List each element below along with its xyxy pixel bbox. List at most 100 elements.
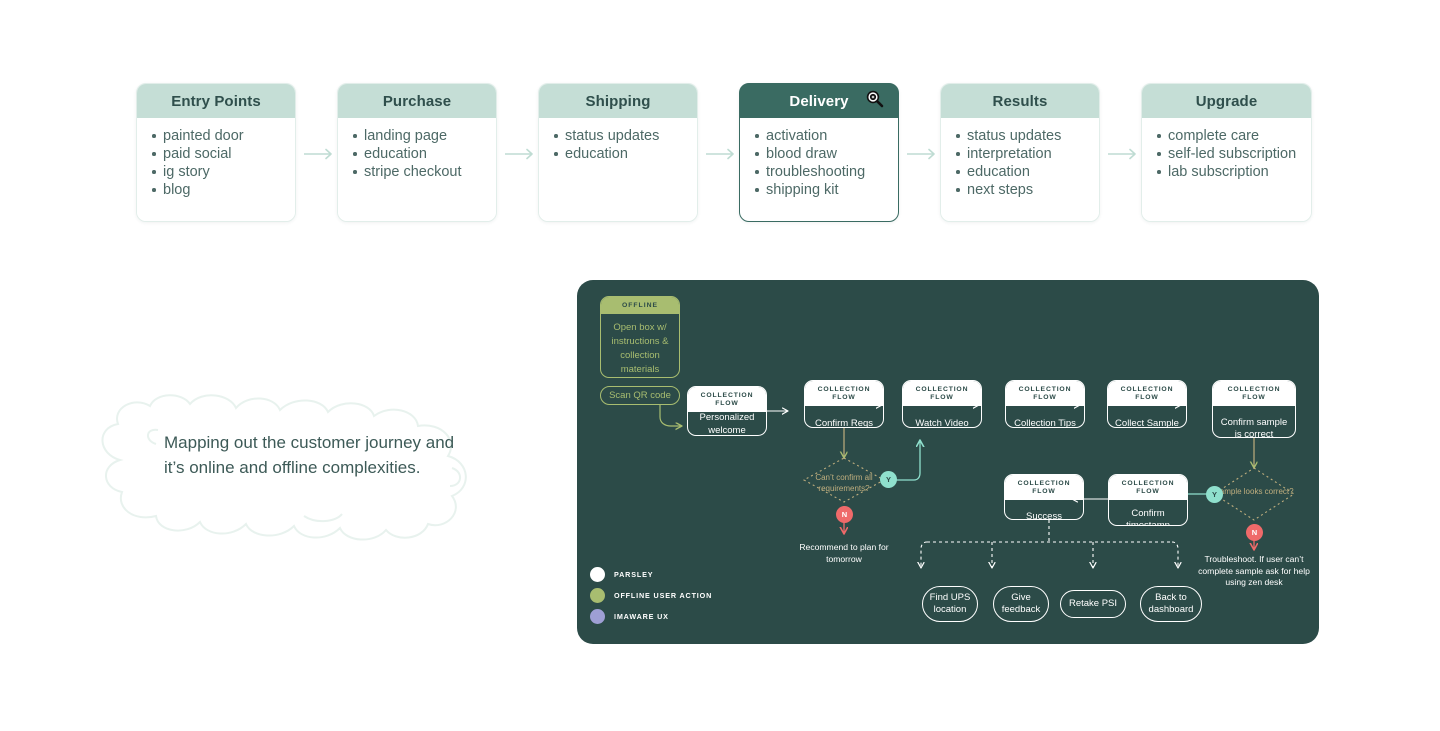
journey-card-delivery[interactable]: Delivery activation blood draw troublesh…	[739, 83, 899, 222]
cloud-note: Mapping out the customer journey and it’…	[60, 388, 520, 548]
flow-node-header: COLLECTION FLOW	[1109, 475, 1187, 500]
flow-node-header: COLLECTION FLOW	[903, 381, 981, 406]
flow-node-header: COLLECTION FLOW	[1005, 475, 1083, 500]
decision-badge-yes-1[interactable]: Y	[880, 471, 897, 488]
flow-node-watch-video[interactable]: COLLECTION FLOW Watch Video	[902, 380, 982, 428]
flow-node-label: Personalized welcome message	[699, 412, 755, 436]
list-item: lab subscription	[1157, 163, 1303, 181]
flow-node-personalized-welcome-message[interactable]: COLLECTION FLOW Personalized welcome mes…	[687, 386, 767, 436]
flow-node-label: Confirm Reqs	[814, 417, 874, 428]
decision-badge-no-1[interactable]: N	[836, 506, 853, 523]
flow-node-confirm-reqs[interactable]: COLLECTION FLOW Confirm Reqs	[804, 380, 884, 428]
list-item: landing page	[353, 127, 488, 145]
decision-label-sample-looks-correct: Sample looks correct?	[1214, 487, 1294, 496]
list-item: education	[956, 163, 1091, 181]
legend-label: OFFLINE USER ACTION	[614, 591, 713, 600]
list-item: education	[353, 145, 488, 163]
journey-card-shipping[interactable]: Shipping status updates education	[538, 83, 698, 222]
journey-card-title: Entry Points	[171, 92, 261, 110]
journey-arrow-4	[907, 148, 941, 160]
journey-arrow-5	[1108, 148, 1142, 160]
journey-arrow-2	[505, 148, 539, 160]
decision-badge-no-2[interactable]: N	[1246, 524, 1263, 541]
flow-node-confirm-timestamp[interactable]: COLLECTION FLOW Confirm timestamp	[1108, 474, 1188, 526]
zoom-in-cursor-icon	[864, 89, 886, 111]
flow-node-label: Collect Sample	[1115, 417, 1179, 428]
flow-node-collect-sample[interactable]: COLLECTION FLOW Collect Sample	[1107, 380, 1187, 428]
decision-label-cant-confirm-all-requirements: Can’t confirm all requirements?	[815, 473, 873, 493]
list-item: status updates	[554, 127, 689, 145]
journey-card-list: landing page education stripe checkout	[348, 127, 488, 181]
journey-card-entry-points[interactable]: Entry Points painted door paid social ig…	[136, 83, 296, 222]
journey-card-title: Delivery	[789, 92, 849, 110]
list-item: blog	[152, 181, 287, 199]
journey-card-list: painted door paid social ig story blog	[147, 127, 287, 199]
note-troubleshoot-zen-desk: Troubleshoot. If user can’t complete sam…	[1198, 554, 1310, 587]
journey-card-results[interactable]: Results status updates interpretation ed…	[940, 83, 1100, 222]
journey-card-body: status updates education	[539, 118, 697, 221]
list-item: shipping kit	[755, 181, 890, 199]
list-item: painted door	[152, 127, 287, 145]
list-item: ig story	[152, 163, 287, 181]
flow-node-header: COLLECTION FLOW	[1213, 381, 1295, 406]
journey-card-header: Upgrade	[1142, 84, 1311, 118]
journey-card-header: Purchase	[338, 84, 496, 118]
customer-journey-row: Entry Points painted door paid social ig…	[136, 83, 1312, 223]
list-item: status updates	[956, 127, 1091, 145]
legend-label: PARSLEY	[614, 570, 654, 579]
end-pill-retake-psi[interactable]: Retake PSI	[1060, 590, 1126, 618]
list-item: interpretation	[956, 145, 1091, 163]
end-pill-back-to-dashboard[interactable]: Back to dashboard	[1140, 586, 1202, 622]
journey-card-title: Results	[992, 92, 1048, 110]
flow-diagram-panel: OFFLINE Open box w/ instructions & colle…	[577, 280, 1319, 644]
flow-node-label: Confirm timestamp	[1126, 507, 1170, 526]
flow-node-label: Confirm sample is correct	[1220, 416, 1288, 438]
list-item: stripe checkout	[353, 163, 488, 181]
journey-card-header: Results	[941, 84, 1099, 118]
journey-card-list: complete care self-led subscription lab …	[1152, 127, 1303, 181]
list-item: education	[554, 145, 689, 163]
journey-card-body: landing page education stripe checkout	[338, 118, 496, 221]
legend-item-offline-user-action: OFFLINE USER ACTION	[590, 585, 790, 606]
list-item: troubleshooting	[755, 163, 890, 181]
flow-node-label: Collection Tips	[1014, 417, 1076, 428]
decision-badge-yes-2[interactable]: Y	[1206, 486, 1223, 503]
journey-card-upgrade[interactable]: Upgrade complete care self-led subscript…	[1141, 83, 1312, 222]
scan-qr-code-pill[interactable]: Scan QR code	[600, 386, 680, 405]
offline-action-card[interactable]: OFFLINE Open box w/ instructions & colle…	[600, 296, 680, 378]
flow-node-header: COLLECTION FLOW	[1108, 381, 1186, 406]
legend-label: IMAWARE UX	[614, 612, 669, 621]
legend-item-parsley: PARSLEY	[590, 564, 790, 585]
flow-node-confirm-sample-is-correct[interactable]: COLLECTION FLOW Confirm sample is correc…	[1212, 380, 1296, 438]
end-pill-give-feedback[interactable]: Give feedback	[993, 586, 1049, 622]
legend-dot-icon	[590, 567, 605, 582]
journey-card-title: Purchase	[382, 92, 452, 110]
journey-card-purchase[interactable]: Purchase landing page education stripe c…	[337, 83, 497, 222]
journey-arrow-3	[706, 148, 740, 160]
journey-card-list: activation blood draw troubleshooting sh…	[750, 127, 890, 199]
offline-card-body: Open box w/ instructions & collection ma…	[611, 322, 669, 375]
journey-card-list: status updates interpretation education …	[951, 127, 1091, 199]
list-item: paid social	[152, 145, 287, 163]
end-pill-find-ups-location[interactable]: Find UPS location	[922, 586, 978, 622]
journey-card-body: painted door paid social ig story blog	[137, 118, 295, 221]
flow-node-header: COLLECTION FLOW	[688, 387, 766, 412]
flow-node-label: Watch Video	[915, 417, 969, 428]
legend-item-imaware-ux: IMAWARE UX	[590, 606, 790, 627]
journey-card-title: Upgrade	[1195, 92, 1258, 110]
journey-card-title: Shipping	[585, 92, 651, 110]
journey-card-header: Delivery	[740, 84, 898, 118]
list-item: blood draw	[755, 145, 890, 163]
journey-card-list: status updates education	[549, 127, 689, 163]
offline-card-header: OFFLINE	[601, 297, 679, 314]
journey-card-body: activation blood draw troubleshooting sh…	[740, 118, 898, 221]
flow-node-collection-tips[interactable]: COLLECTION FLOW Collection Tips	[1005, 380, 1085, 428]
list-item: complete care	[1157, 127, 1303, 145]
cloud-note-text: Mapping out the customer journey and it’…	[164, 433, 455, 477]
flow-node-success[interactable]: COLLECTION FLOW Success	[1004, 474, 1084, 520]
journey-arrow-1	[304, 148, 338, 160]
list-item: activation	[755, 127, 890, 145]
flow-legend: PARSLEY OFFLINE USER ACTION IMAWARE UX	[590, 564, 790, 627]
journey-card-body: status updates interpretation education …	[941, 118, 1099, 221]
list-item: next steps	[956, 181, 1091, 199]
